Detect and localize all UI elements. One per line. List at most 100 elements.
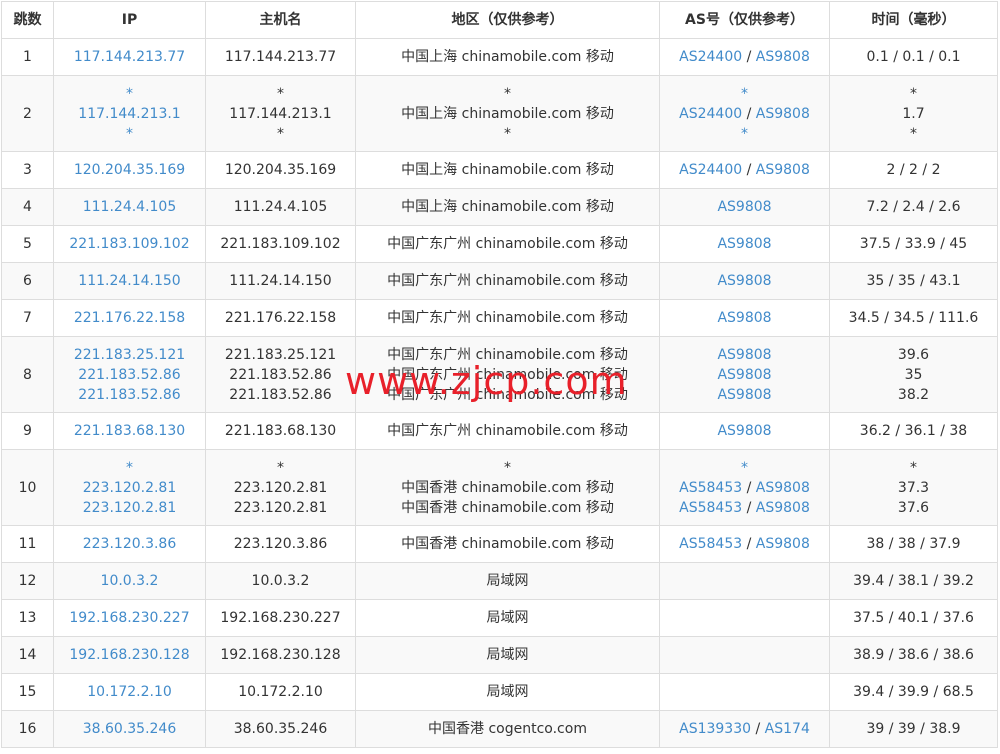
- ip-link[interactable]: 111.24.4.105: [58, 197, 201, 217]
- as-link[interactable]: AS9808: [717, 199, 771, 215]
- time-text: 37.5 / 33.9 / 45: [859, 236, 968, 252]
- as-link[interactable]: AS24400: [679, 106, 742, 122]
- time-text: 39.4 / 39.9 / 68.5: [853, 684, 974, 700]
- as-link[interactable]: AS24400: [679, 49, 742, 65]
- ip-link[interactable]: 223.120.2.81: [58, 498, 201, 518]
- as-link[interactable]: AS58453: [679, 480, 742, 496]
- region-cell: * 中国香港 chinamobile.com 移动 中国香港 chinamobile…: [355, 449, 660, 526]
- as-link[interactable]: AS58453: [679, 500, 742, 516]
- region-text: 中国香港 chinamobile.com 移动: [401, 499, 614, 516]
- hostname-cell: 10.172.2.10: [205, 673, 356, 711]
- ip-cell: 120.204.35.169: [53, 151, 206, 189]
- ip-link[interactable]: 10.172.2.10: [58, 682, 201, 702]
- ip-link[interactable]: 117.144.213.1: [58, 104, 201, 124]
- ip-link[interactable]: 221.176.22.158: [58, 308, 201, 328]
- as-line: AS9808: [664, 365, 825, 385]
- ip-link[interactable]: 221.183.52.86: [58, 365, 201, 385]
- time-text: 7.2 / 2.4 / 2.6: [866, 199, 961, 215]
- as-line: AS24400 / AS9808: [664, 104, 825, 124]
- ip-link[interactable]: 192.168.230.227: [58, 608, 201, 628]
- ip-link[interactable]: 223.120.2.81: [58, 478, 201, 498]
- as-link[interactable]: AS9808: [756, 480, 810, 496]
- as-link[interactable]: AS9808: [717, 423, 771, 439]
- ip-link[interactable]: 111.24.14.150: [58, 271, 201, 291]
- hop-cell: 16: [1, 710, 54, 748]
- hop-cell: 7: [1, 299, 54, 337]
- table-row: 16 38.60.35.246 38.60.35.246 中国香港 cogentco.…: [1, 710, 998, 748]
- ip-link[interactable]: 38.60.35.246: [58, 719, 201, 739]
- time-cell: * 37.3 37.6: [829, 449, 998, 526]
- hostname-cell: 221.183.109.102: [205, 225, 356, 263]
- hop-cell: 11: [1, 525, 54, 563]
- ip-link[interactable]: 223.120.3.86: [58, 534, 201, 554]
- hostname-text: 111.24.4.105: [233, 199, 328, 215]
- as-separator: /: [742, 105, 756, 122]
- region-cell: 中国香港 chinamobile.com 移动: [355, 525, 660, 563]
- region-text: 局域网: [486, 573, 529, 589]
- ip-link[interactable]: 192.168.230.128: [58, 645, 201, 665]
- header-ip: IP: [53, 1, 206, 39]
- as-link[interactable]: AS24400: [679, 162, 742, 178]
- hostname-cell: 38.60.35.246: [205, 710, 356, 748]
- ip-link[interactable]: 120.204.35.169: [58, 160, 201, 180]
- as-link[interactable]: AS9808: [756, 49, 810, 65]
- region-text: 中国广东广州 chinamobile.com 移动: [387, 236, 628, 252]
- hostname-cell: 221.176.22.158: [205, 299, 356, 337]
- as-cell: AS139330 / AS174: [659, 710, 830, 748]
- as-cell: AS9808: [659, 262, 830, 300]
- as-cell: AS9808: [659, 299, 830, 337]
- timeout-marker: *: [910, 125, 917, 142]
- as-cell: AS9808: [659, 188, 830, 226]
- hop-cell: 4: [1, 188, 54, 226]
- time-cell: 39.4 / 39.9 / 68.5: [829, 673, 998, 711]
- as-line: AS9808: [664, 308, 825, 328]
- hostname-text: 223.120.2.81: [233, 479, 328, 496]
- hostname-text: 111.24.14.150: [229, 273, 332, 289]
- as-link[interactable]: AS9808: [717, 310, 771, 326]
- as-link[interactable]: AS9808: [756, 536, 810, 552]
- region-cell: 局域网: [355, 562, 660, 600]
- as-link[interactable]: AS58453: [679, 536, 742, 552]
- as-cell: [659, 599, 830, 637]
- as-cell: AS9808: [659, 225, 830, 263]
- time-cell: 0.1 / 0.1 / 0.1: [829, 38, 998, 76]
- as-link[interactable]: AS139330: [679, 721, 751, 737]
- hostname-cell: 221.183.68.130: [205, 412, 356, 450]
- as-timeout: *: [741, 125, 748, 142]
- ip-link[interactable]: 10.0.3.2: [58, 571, 201, 591]
- ip-link[interactable]: 221.183.109.102: [58, 234, 201, 254]
- as-line: AS24400 / AS9808: [664, 47, 825, 67]
- region-text: 中国上海 chinamobile.com 移动: [401, 105, 614, 122]
- as-link[interactable]: AS174: [765, 721, 810, 737]
- as-line: AS9808: [664, 234, 825, 254]
- time-cell: 38 / 38 / 37.9: [829, 525, 998, 563]
- region-text: 中国广东广州 chinamobile.com 移动: [387, 310, 628, 326]
- as-link[interactable]: AS9808: [717, 236, 771, 252]
- as-link[interactable]: AS9808: [756, 162, 810, 178]
- as-link[interactable]: AS9808: [717, 273, 771, 289]
- region-cell: 中国香港 cogentco.com: [355, 710, 660, 748]
- table-row: 9 221.183.68.130 221.183.68.130 中国广东广州 chin…: [1, 412, 998, 450]
- region-text: 局域网: [486, 684, 529, 700]
- table-row: 1 117.144.213.77 117.144.213.77 中国上海 chinam…: [1, 38, 998, 76]
- as-link[interactable]: AS9808: [717, 367, 771, 383]
- as-link[interactable]: AS9808: [717, 347, 771, 363]
- as-link[interactable]: AS9808: [756, 106, 810, 122]
- ip-link[interactable]: 117.144.213.77: [58, 47, 201, 67]
- as-cell: AS9808: [659, 412, 830, 450]
- as-line: [664, 645, 825, 665]
- as-link[interactable]: AS9808: [717, 387, 771, 403]
- hostname-text: 223.120.3.86: [233, 536, 328, 552]
- as-link[interactable]: AS9808: [756, 500, 810, 516]
- time-cell: * 1.7 *: [829, 75, 998, 152]
- as-separator: /: [742, 49, 756, 65]
- ip-cell: 221.176.22.158: [53, 299, 206, 337]
- as-separator: /: [742, 499, 756, 516]
- ip-link[interactable]: 221.183.52.86: [58, 385, 201, 405]
- ip-link[interactable]: 221.183.25.121: [58, 345, 201, 365]
- time-cell: 39.4 / 38.1 / 39.2: [829, 562, 998, 600]
- time-text: 37.5 / 40.1 / 37.6: [853, 610, 974, 626]
- region-cell: 局域网: [355, 599, 660, 637]
- as-cell: [659, 673, 830, 711]
- ip-link[interactable]: 221.183.68.130: [58, 421, 201, 441]
